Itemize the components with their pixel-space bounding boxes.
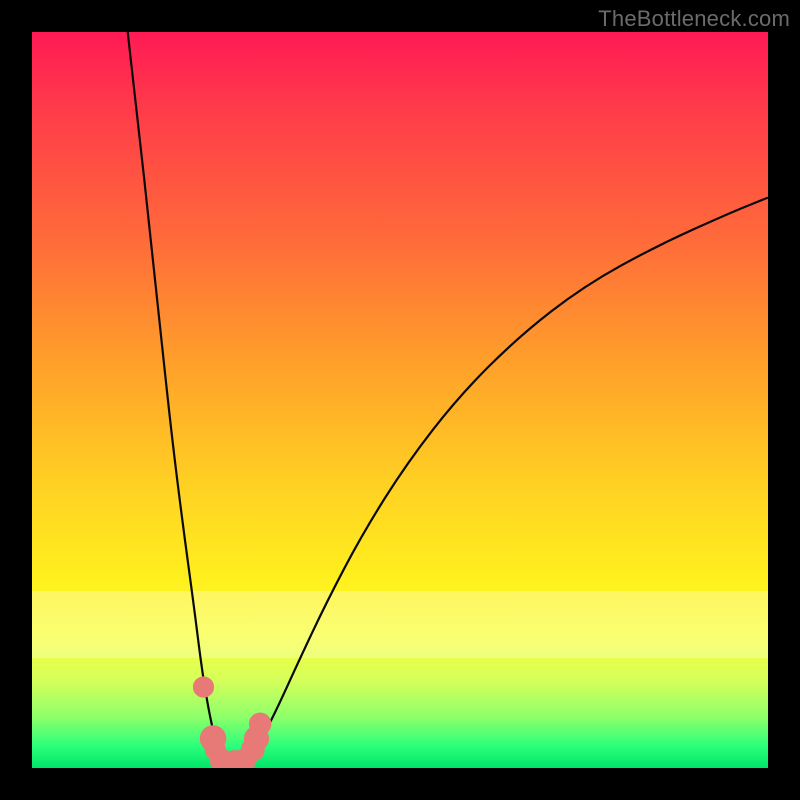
watermark-text: TheBottleneck.com [598, 6, 790, 32]
curve-right [245, 198, 768, 761]
curve-left [128, 32, 226, 761]
plot-area [32, 32, 768, 768]
data-marker [249, 713, 272, 736]
outer-frame: TheBottleneck.com [0, 0, 800, 800]
curve-svg [32, 32, 768, 768]
data-marker [193, 676, 214, 697]
marker-group [193, 676, 272, 768]
